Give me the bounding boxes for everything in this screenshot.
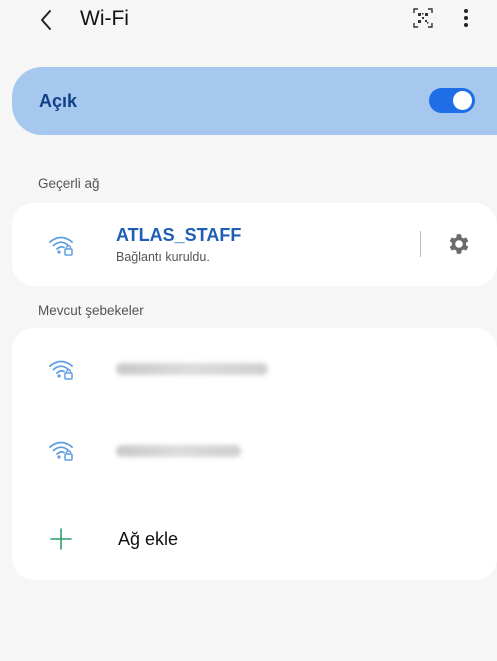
wifi-state-label: Açık <box>39 91 78 111</box>
more-options-button[interactable] <box>460 6 472 32</box>
gear-icon <box>449 234 469 254</box>
qr-scan-button[interactable] <box>412 7 434 29</box>
current-network-card[interactable]: ATLAS_STAFF Bağlantı kuruldu. <box>12 203 497 286</box>
switch-knob <box>453 91 472 110</box>
current-network-status: Bağlantı kuruldu. <box>116 250 210 264</box>
add-network-label: Ağ ekle <box>118 529 179 549</box>
divider <box>420 231 421 257</box>
available-networks-section-label: Mevcut şebekeler <box>38 303 144 318</box>
plus-icon <box>50 528 72 550</box>
wifi-lock-icon <box>49 236 73 256</box>
wifi-lock-icon <box>49 441 73 461</box>
network-name-redacted <box>116 445 241 457</box>
available-networks-card: Ağ ekle <box>12 328 497 580</box>
wifi-switch[interactable] <box>429 88 475 113</box>
network-settings-button[interactable] <box>445 231 471 257</box>
add-network-button[interactable]: Ağ ekle <box>12 504 497 574</box>
current-network-section-label: Geçerli ağ <box>38 176 100 191</box>
network-name-redacted <box>116 363 268 375</box>
wifi-lock-icon <box>49 360 73 380</box>
more-vertical-icon <box>460 9 472 27</box>
wifi-toggle-card[interactable]: Açık <box>12 67 497 135</box>
network-list-item[interactable] <box>12 408 497 488</box>
page-title: Wi-Fi <box>80 7 129 30</box>
back-button[interactable] <box>34 6 58 34</box>
current-network-name: ATLAS_STAFF <box>116 225 242 245</box>
network-list-item[interactable] <box>12 328 497 408</box>
qr-scan-icon <box>413 8 433 28</box>
top-bar: Wi-Fi <box>0 0 497 44</box>
chevron-left-icon <box>41 10 51 30</box>
